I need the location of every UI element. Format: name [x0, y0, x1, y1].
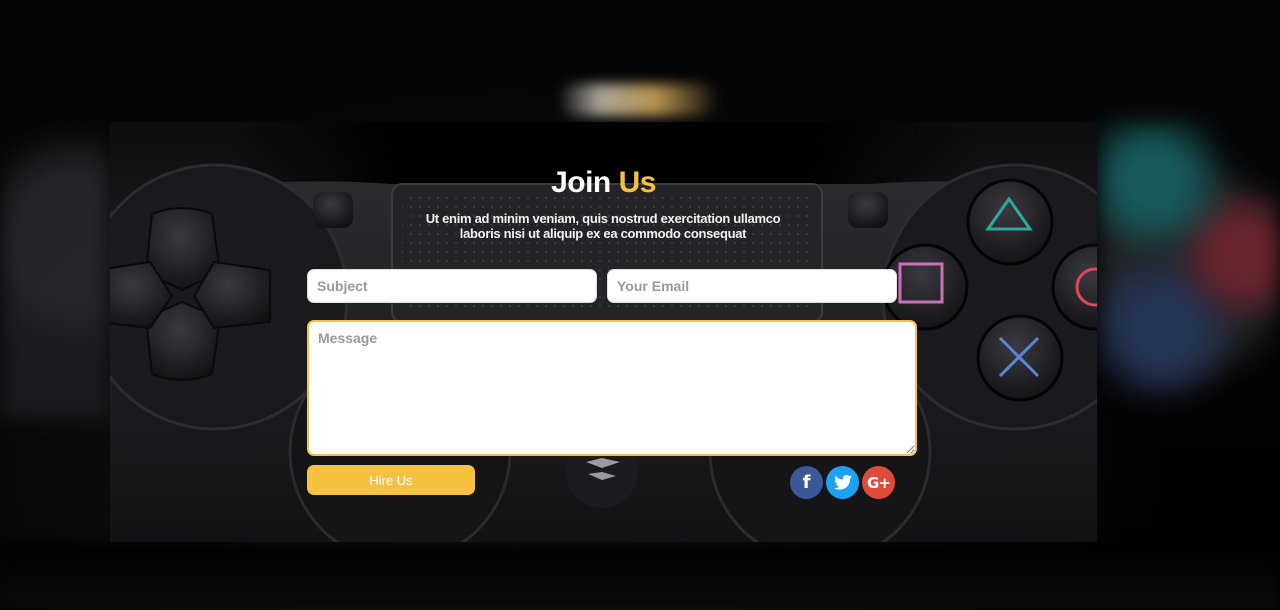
title-accent: Us [618, 165, 657, 199]
twitter-icon [833, 475, 852, 490]
subject-input[interactable] [307, 269, 597, 303]
facebook-icon: f [802, 472, 811, 493]
header-glow [560, 84, 720, 116]
google-plus-icon: G+ [867, 473, 891, 492]
title-main: Join [551, 165, 611, 199]
hire-us-button[interactable]: Hire Us [307, 465, 475, 495]
blurred-background-bottom [0, 542, 1280, 610]
email-input[interactable] [607, 269, 897, 303]
join-us-section: Join Us Ut enim ad minim veniam, quis no… [110, 122, 1097, 542]
blurred-background-right [1097, 120, 1280, 420]
blurred-background-left [0, 120, 110, 420]
message-textarea[interactable] [307, 320, 917, 456]
facebook-link[interactable]: f [790, 466, 823, 499]
page: Join Us Ut enim ad minim veniam, quis no… [0, 0, 1280, 610]
twitter-link[interactable] [826, 466, 859, 499]
section-title: Join Us [110, 161, 1097, 205]
section-description: Ut enim ad minim veniam, quis nostrud ex… [425, 211, 781, 241]
google-plus-link[interactable]: G+ [862, 466, 895, 499]
